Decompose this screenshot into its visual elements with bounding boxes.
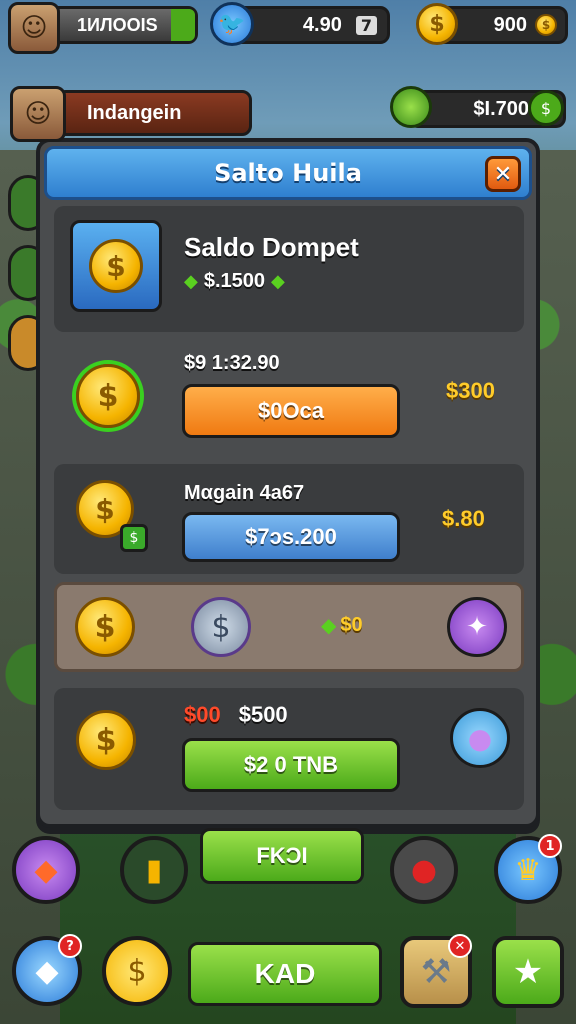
avatar-face-icon: ☺ [20, 13, 48, 43]
offer-name: Mαgain 4a67 [184, 482, 305, 504]
player-avatar[interactable]: ☺ [8, 2, 60, 54]
offer-reward: $300 [446, 378, 495, 403]
coin-button[interactable]: $ [102, 936, 172, 1006]
add-money-icon[interactable]: $ [528, 90, 564, 126]
offer-reward-line: ◆ $0 [321, 613, 363, 637]
favorites-button[interactable]: ★ [492, 936, 564, 1008]
crown-icon: ♛ [514, 852, 542, 888]
red-gem-icon: ◆ [34, 852, 58, 888]
coin-icon: $ [416, 3, 458, 45]
bird-icon: 🐦 [210, 2, 254, 46]
profile-avatar[interactable]: ☺ [10, 86, 66, 142]
buy-button[interactable]: $7ɔs.200 [182, 512, 400, 562]
barrel-icon: ▮ [145, 852, 163, 888]
buy-button[interactable]: $2 0 TNB [182, 738, 400, 792]
tools-button[interactable]: ⚒ ✕ [400, 934, 472, 1008]
modal-header: Salto Huila ✕ [44, 146, 532, 200]
coin-icon: $ [127, 953, 147, 989]
offer-old-price: $00 [184, 702, 221, 727]
offer-new-price: $500 [238, 702, 288, 727]
gem-icon: ◆ [321, 613, 337, 637]
gems-counter: 4.90 7 [230, 6, 390, 44]
shop-modal: Salto Huila ✕ $ Saldo Dompet ◆ $.1500 ◆ … [36, 138, 540, 828]
gems-suffix: 7 [355, 15, 377, 35]
wallet-icon: $ [70, 220, 162, 312]
notification-badge: 1 [538, 834, 562, 858]
diamond-icon: ◆ [35, 953, 59, 989]
star-icon: ★ [512, 952, 544, 992]
events-button[interactable]: ♛ 1 [494, 834, 562, 904]
close-icon: ✕ [493, 161, 513, 187]
offer-row-highlighted[interactable]: $ $ ◆ $0 ✦ [54, 582, 524, 672]
gem-shop-button[interactable]: ◆ [12, 836, 80, 904]
hammer-icon[interactable]: ✦ [447, 597, 507, 657]
gem-icon [390, 86, 432, 128]
money-value: $I.700 [473, 97, 529, 120]
wallet-balance: $.1500 [203, 270, 266, 292]
center-tab-button[interactable]: FKƆI [200, 828, 364, 884]
notification-badge: ? [58, 934, 82, 958]
wallet-balance-line: ◆ $.1500 ◆ [184, 270, 285, 293]
coins-value: 900 [493, 13, 527, 36]
gem-icon: ◆ [271, 271, 285, 292]
silver-coin-icon: $ [191, 597, 251, 657]
coin-icon: $ [76, 710, 136, 770]
modal-title: Salto Huila [214, 159, 362, 187]
offer-row: $ $ Mαgain 4a67 $7ɔs.200 $.80 [54, 464, 524, 574]
cherry-icon: ● [410, 852, 438, 888]
main-action-button[interactable]: KAD [188, 942, 382, 1006]
coin-stack-icon: $ [89, 239, 143, 293]
offer-price-label: $9 1:32.90 [184, 352, 280, 374]
gems-value: 4.90 [302, 13, 342, 36]
wallet-row: $ Saldo Dompet ◆ $.1500 ◆ [54, 206, 524, 332]
cash-icon: $ [120, 524, 148, 552]
gem-icon: ◆ [184, 271, 198, 292]
profile-name: Indangein [87, 101, 182, 124]
buy-button[interactable]: $0Oca [182, 384, 400, 438]
profile-name-bar: Indangein [56, 90, 252, 136]
diamond-button[interactable]: ◆ ? [12, 934, 82, 1006]
player-xp-fill [171, 9, 195, 41]
close-badge-icon: ✕ [448, 934, 472, 958]
chat-bubble-icon[interactable]: ● [450, 708, 510, 768]
player-name: 1ИЛООIS [77, 14, 158, 35]
offer-reward: $.80 [442, 506, 485, 531]
wallet-title: Saldo Dompet [184, 232, 359, 262]
coin-barrel-button[interactable]: ▮ [120, 836, 188, 904]
coin-icon: $ [76, 364, 140, 428]
player-name-bar: 1ИЛООIS [40, 6, 198, 44]
coin-icon: $ [535, 14, 557, 36]
cherry-button[interactable]: ● [390, 836, 458, 904]
offer-row: $ $00 $500 $2 0 TNB ● [54, 688, 524, 810]
offer-reward: $0 [340, 613, 363, 636]
offer-row: $ $9 1:32.90 $0Oca $300 [54, 342, 524, 454]
close-button[interactable]: ✕ [485, 156, 521, 192]
offer-price-line: $00 $500 [184, 702, 288, 728]
hammer-icon: ⚒ [420, 952, 452, 992]
avatar-face-icon: ☺ [24, 99, 52, 129]
coin-icon: $ [75, 597, 135, 657]
